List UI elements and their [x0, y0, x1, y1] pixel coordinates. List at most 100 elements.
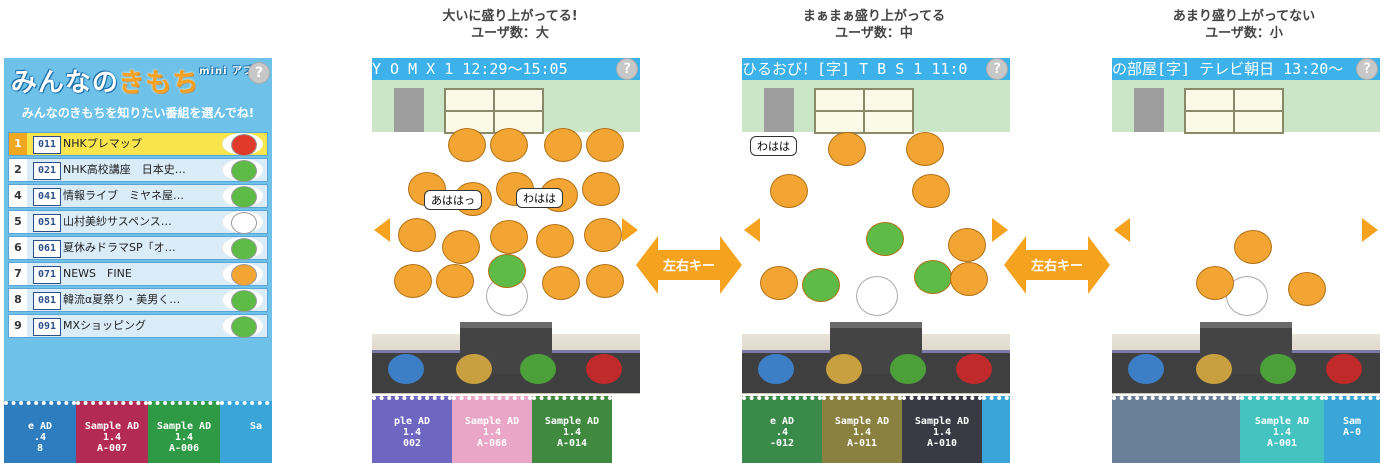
sample-ad-banner[interactable]: Sample AD 1.4 A-068 — [452, 396, 532, 463]
scroll-left-icon[interactable] — [1114, 218, 1130, 242]
left-right-key-arrow: 左右キー — [636, 236, 742, 294]
viewer-screen-medium: ひるおび！[字] T B S 1 11:0? わはは e AD .4 -012 Sam… — [742, 58, 1010, 463]
sample-ad-banner[interactable]: Sample AD 1.4 A-006 — [148, 401, 220, 463]
mood-face-icon — [222, 289, 263, 312]
left-right-key-arrow: 左右キー — [1004, 236, 1110, 294]
speech-bubble: わはは — [750, 136, 797, 156]
sample-ad-banner[interactable]: S — [982, 396, 1010, 463]
app-logo: みんなのきもちmini アプリ — [4, 62, 272, 100]
heading-users: ユーザ数：大 — [471, 26, 549, 41]
door-icon — [1134, 88, 1164, 132]
ad-banner-strip[interactable]: e AD .4 -012 Sample AD 1.4 A-011 Sample AD… — [742, 396, 1010, 463]
scroll-left-icon[interactable] — [744, 218, 760, 242]
viewer-screen-large: Y O M X 1 12:29～15:05? あははっ わはは ple AD 1.4 … — [372, 58, 640, 463]
help-button[interactable]: ? — [248, 62, 270, 84]
sample-ad-banner[interactable]: ple AD 1.4 002 — [372, 396, 452, 463]
channel-icon: 081 — [33, 292, 61, 310]
program-row[interactable]: 1 011 NHKプレマップ — [8, 132, 268, 156]
audience-face-icon — [948, 228, 986, 262]
program-ticker: Y O M X 1 12:29～15:05? — [372, 58, 640, 80]
heading-users: ユーザ数：小 — [1205, 26, 1283, 41]
heading-small: あまり盛り上がってない ユーザ数：小 — [1144, 8, 1344, 42]
help-button[interactable]: ? — [1356, 58, 1378, 80]
row-number: 4 — [9, 185, 27, 207]
instruction-text: みんなのきもちを知りたい番組を選んでね! — [21, 106, 255, 120]
audience-face-icon — [584, 218, 622, 252]
red-character-icon — [586, 354, 622, 384]
sample-ad-banner[interactable]: e AD .4 8 — [4, 401, 76, 463]
sample-ad-banner[interactable]: e AD .4 -012 — [742, 396, 822, 463]
audience-face-icon — [544, 128, 582, 162]
program-row[interactable]: 5 051 山村美紗サスペンス… — [8, 210, 268, 234]
audience-face-icon — [394, 264, 432, 298]
door-icon — [764, 88, 794, 132]
blue-character-icon — [388, 354, 424, 384]
program-title: 情報ライブ ミヤネ屋… — [63, 189, 184, 202]
audience-face-icon — [442, 230, 480, 264]
door-icon — [394, 88, 424, 132]
yellow-character-icon — [456, 354, 492, 384]
mood-face-icon — [222, 263, 263, 286]
audience-face-icon — [1234, 230, 1272, 264]
sample-ad-banner[interactable]: Sample AD 1.4 A-014 — [532, 396, 612, 463]
audience-face-icon — [828, 132, 866, 166]
sample-ad-banner[interactable]: Sample AD 1.4 A-011 — [822, 396, 902, 463]
row-number: 7 — [9, 263, 27, 285]
row-number: 5 — [9, 211, 27, 233]
audience-face-icon — [542, 266, 580, 300]
ad-banner-strip[interactable]: Sample AD 1.4 A-001 Sam A-0 — [1112, 396, 1380, 463]
row-number: 8 — [9, 289, 27, 311]
scroll-left-icon[interactable] — [374, 218, 390, 242]
ticker-text: Y O M X 1 12:29～15:05 — [372, 60, 568, 78]
program-row[interactable]: 7 071 NEWS FINE — [8, 262, 268, 286]
logo-main-text: みんなの — [10, 68, 119, 98]
audience-face-icon — [398, 218, 436, 252]
blue-character-icon — [1128, 354, 1164, 384]
green-character-icon — [1260, 354, 1296, 384]
program-row[interactable]: 2 021 NHK高校講座 日本史… — [8, 158, 268, 182]
ticker-text: の部屋[字] テレビ朝日 13:20～ — [1112, 60, 1344, 78]
audience-face-icon — [586, 128, 624, 162]
audience-face-icon — [802, 268, 840, 302]
sample-ad-banner[interactable]: Sam A-0 — [1324, 396, 1380, 463]
mood-face-icon — [222, 211, 263, 234]
audience-face-icon — [436, 264, 474, 298]
ad-banner-strip[interactable]: ple AD 1.4 002 Sample AD 1.4 A-068 Sample … — [372, 396, 640, 463]
audience-face-icon — [1196, 266, 1234, 300]
key-label: 左右キー — [1030, 259, 1083, 274]
green-character-icon — [520, 354, 556, 384]
program-title: 夏休みドラマSP「オ… — [63, 241, 176, 254]
ad-banner-strip[interactable]: e AD .4 8 Sample AD 1.4 A-007 Sample AD 1.… — [4, 401, 272, 463]
sample-ad-banner[interactable]: Sample AD 1.4 A-007 — [76, 401, 148, 463]
blue-character-icon — [758, 354, 794, 384]
audience-face-icon — [866, 222, 904, 256]
program-title: NHKプレマップ — [63, 137, 142, 150]
program-row[interactable]: 8 081 韓流α夏祭り・美男く… — [8, 288, 268, 312]
ticker-text: ひるおび！[字] T B S 1 11:0 — [742, 60, 968, 78]
mood-face-icon — [222, 315, 263, 338]
sample-ad-banner[interactable]: Sa — [220, 401, 272, 463]
scroll-right-icon[interactable] — [1362, 218, 1378, 242]
help-button[interactable]: ? — [986, 58, 1008, 80]
row-number: 9 — [9, 315, 27, 337]
sample-ad-banner[interactable] — [1112, 396, 1240, 463]
green-character-icon — [890, 354, 926, 384]
row-number: 2 — [9, 159, 27, 181]
sample-ad-banner[interactable]: Sample AD 1.4 A-001 — [1240, 396, 1324, 463]
audience-face-icon — [536, 224, 574, 258]
audience-face-icon — [906, 132, 944, 166]
audience-face-icon — [488, 254, 526, 288]
sample-ad-banner[interactable]: Sample AD 1.4 A-010 — [902, 396, 982, 463]
yellow-character-icon — [826, 354, 862, 384]
channel-icon: 061 — [33, 240, 61, 258]
program-title: 韓流α夏祭り・美男く… — [63, 293, 181, 306]
logo-emphasis-text: きもち — [118, 68, 200, 98]
program-row[interactable]: 4 041 情報ライブ ミヤネ屋… — [8, 184, 268, 208]
help-button[interactable]: ? — [616, 58, 638, 80]
program-row[interactable]: 6 061 夏休みドラマSP「オ… — [8, 236, 268, 260]
red-character-icon — [1326, 354, 1362, 384]
host-character-icon — [856, 276, 898, 316]
heading-large: 大いに盛り上がってる! ユーザ数：大 — [410, 8, 610, 42]
program-row[interactable]: 9 091 MXショッピング — [8, 314, 268, 338]
mood-face-icon — [222, 133, 263, 156]
